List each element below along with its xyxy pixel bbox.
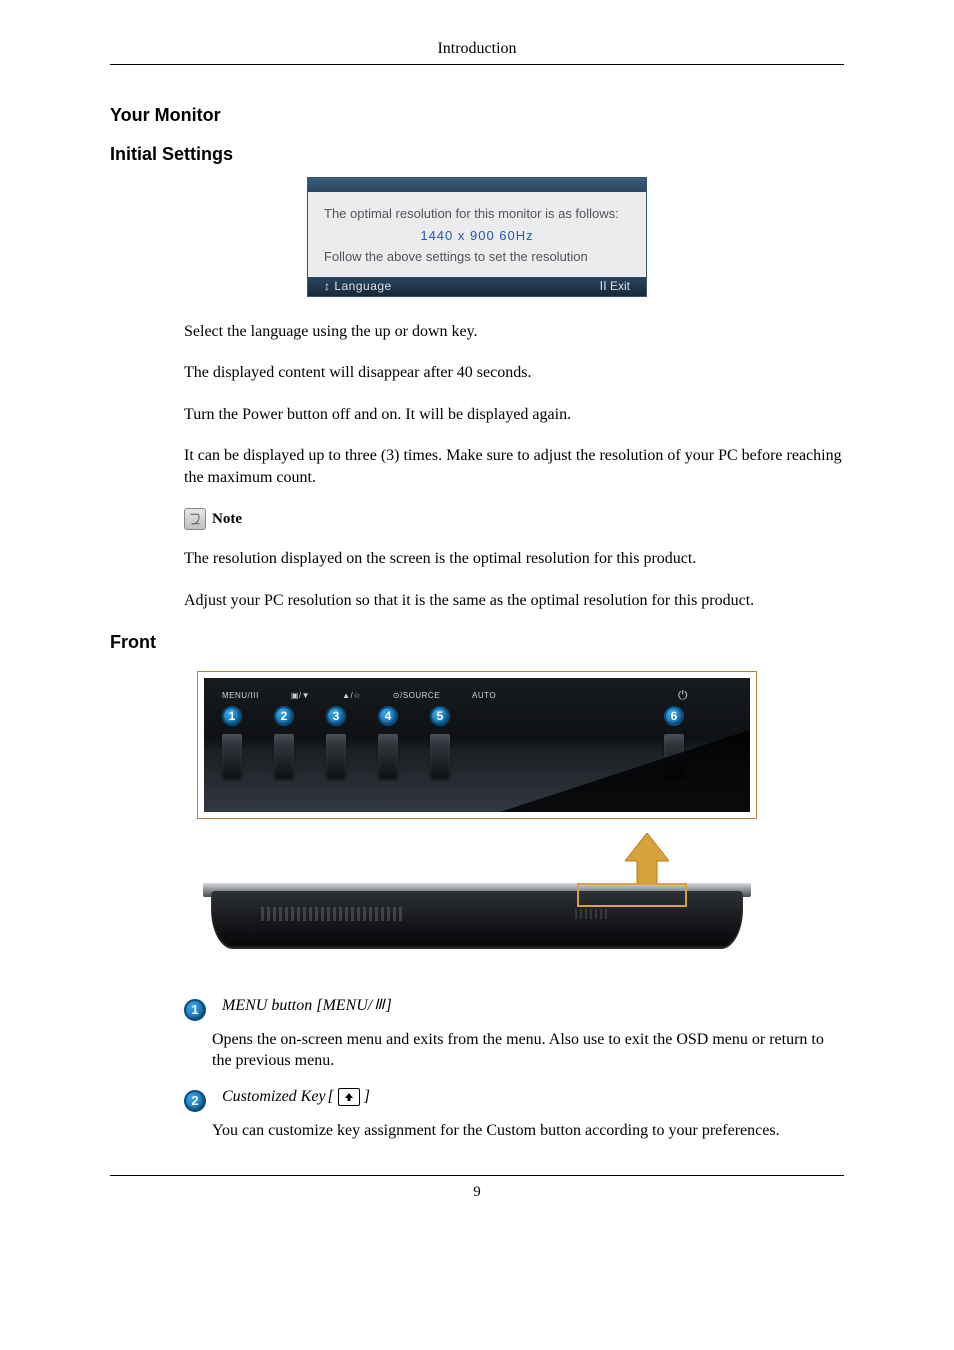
heading-front: Front [110, 632, 844, 653]
para-select-language: Select the language using the up or down… [184, 321, 844, 343]
button-stub [222, 734, 242, 778]
para-optimal: The resolution displayed on the screen i… [184, 548, 844, 570]
osd-popup: The optimal resolution for this monitor … [307, 177, 647, 297]
heading-your-monitor: Your Monitor [110, 105, 844, 126]
para-disappear: The displayed content will disappear aft… [184, 362, 844, 384]
btn-label-bright: ▲/☆ [342, 691, 361, 700]
highlight-box [577, 883, 687, 907]
btn-label-auto: AUTO [472, 691, 496, 700]
btn-label-source: ⊙/SOURCE [393, 691, 440, 700]
callout-5: 5 [430, 706, 450, 726]
osd-language-hint: ↕ Language [324, 279, 600, 293]
callout-3: 3 [326, 706, 346, 726]
menu-glyph-icon: ⅠⅠⅠ [374, 997, 383, 1014]
osd-line1: The optimal resolution for this monitor … [324, 204, 630, 224]
def-number-1: 1 [184, 999, 206, 1021]
footer-rule [110, 1175, 844, 1176]
def-title-custom: Customized Key[] [222, 1088, 844, 1106]
vent-grille [261, 907, 402, 921]
running-header: Introduction [110, 40, 844, 58]
def-number-2: 2 [184, 1090, 206, 1112]
btn-label-menu: MENU/ⅠⅠⅠ [222, 691, 259, 700]
front-diagram: MENU/ⅠⅠⅠ ▣/▼ ▲/☆ ⊙/SOURCE AUTO ⏻ 1 2 3 [197, 671, 757, 957]
power-icon: ⏻ [678, 688, 688, 703]
button-stub [430, 734, 450, 778]
custom-key-icon [338, 1088, 360, 1106]
header-rule [110, 64, 844, 65]
callout-6: 6 [664, 706, 684, 726]
page-number: 9 [110, 1184, 844, 1201]
def-title-menu: MENU button [MENU/ⅠⅠⅠ] [222, 997, 844, 1015]
note-label: Note [212, 511, 242, 528]
def-text-menu: Opens the on-screen menu and exits from … [184, 1029, 844, 1072]
button-stub [378, 734, 398, 778]
callout-2: 2 [274, 706, 294, 726]
para-adjust: Adjust your PC resolution so that it is … [184, 590, 844, 612]
def-text-custom: You can customize key assignment for the… [184, 1120, 844, 1142]
btn-label-custom: ▣/▼ [291, 691, 310, 700]
button-stub [326, 734, 346, 778]
note-icon [184, 508, 206, 530]
para-power-cycle: Turn the Power button off and on. It wil… [184, 404, 844, 426]
heading-initial-settings: Initial Settings [110, 144, 844, 165]
osd-exit-hint: ⅠⅠ Exit [600, 279, 630, 293]
para-three-times: It can be displayed up to three (3) time… [184, 445, 844, 488]
callout-1: 1 [222, 706, 242, 726]
callout-4: 4 [378, 706, 398, 726]
osd-resolution: 1440 x 900 60Hz [324, 224, 630, 248]
vent-grille-small [575, 909, 607, 919]
osd-line2: Follow the above settings to set the res… [324, 247, 630, 267]
button-stub [274, 734, 294, 778]
